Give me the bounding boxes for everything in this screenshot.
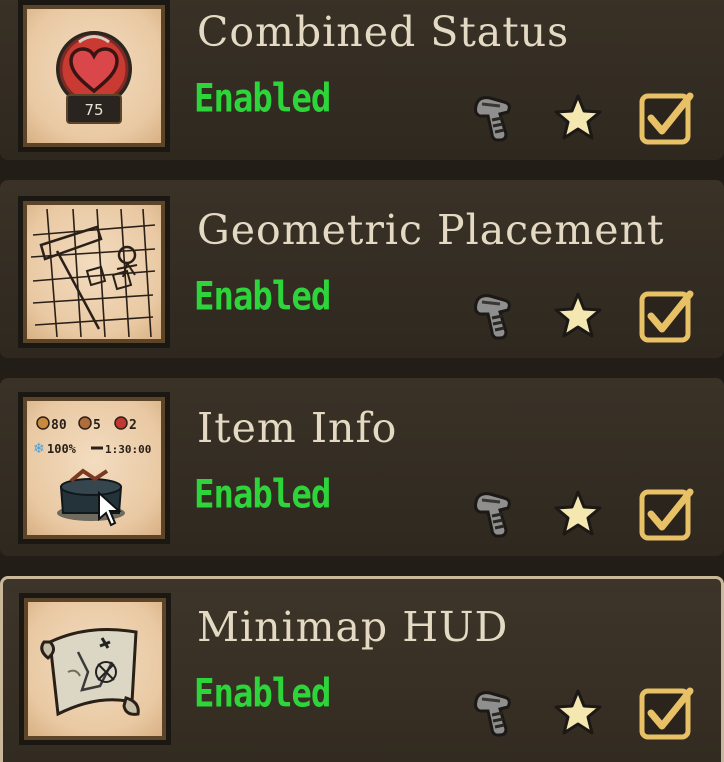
mod-row-combined-status[interactable]: 75 Combined Status Enabled <box>0 0 724 160</box>
mod-icon-geometric-placement <box>18 196 170 348</box>
mod-title: Item Info <box>197 404 398 452</box>
enable-checkbox[interactable] <box>636 683 696 743</box>
mod-icon-item-info: 80 5 2 ❄ 100% 1:30:00 <box>18 392 170 544</box>
wrench-icon <box>474 691 511 737</box>
configure-button[interactable] <box>466 685 522 741</box>
mod-icon-combined-status: 75 <box>18 0 170 152</box>
info-stat-health: 2 <box>129 418 137 433</box>
favorite-button[interactable] <box>550 288 606 344</box>
info-stat-hunger: 80 <box>51 418 67 433</box>
snowflake-icon: ❄ <box>33 441 45 457</box>
item-info-preview-icon: 80 5 2 ❄ 100% 1:30:00 <box>33 416 151 527</box>
favorite-button[interactable] <box>550 90 606 146</box>
configure-button[interactable] <box>466 288 522 344</box>
configure-button[interactable] <box>466 90 522 146</box>
mod-list: 75 Combined Status Enabled Geometric Pla… <box>0 0 724 762</box>
mod-status: Enabled <box>194 671 331 717</box>
mod-icon-minimap-hud <box>19 593 171 745</box>
mod-title: Geometric Placement <box>197 206 665 254</box>
info-extra-freshness: 100% <box>47 442 77 456</box>
checkbox-icon <box>639 687 694 740</box>
info-stat-sanity: 5 <box>93 418 101 433</box>
checkbox-icon <box>639 488 694 541</box>
scroll-map-icon <box>40 628 140 717</box>
enable-checkbox[interactable] <box>636 484 696 544</box>
grid-sketch-icon <box>30 208 156 338</box>
mod-title: Minimap HUD <box>197 603 509 651</box>
mod-status: Enabled <box>194 76 331 122</box>
enable-checkbox[interactable] <box>636 88 696 148</box>
configure-button[interactable] <box>466 486 522 542</box>
info-extra-time: 1:30:00 <box>105 443 151 456</box>
mod-status: Enabled <box>194 472 331 518</box>
mod-title: Combined Status <box>197 8 570 56</box>
favorite-button[interactable] <box>550 486 606 542</box>
checkbox-icon <box>639 92 694 145</box>
enable-checkbox[interactable] <box>636 286 696 346</box>
heart-badge-icon: 75 <box>56 31 132 124</box>
star-icon <box>554 292 602 338</box>
mod-status: Enabled <box>194 274 331 320</box>
wrench-icon <box>474 492 511 538</box>
wrench-icon <box>474 294 511 340</box>
badge-value: 75 <box>84 101 103 119</box>
mod-row-item-info[interactable]: 80 5 2 ❄ 100% 1:30:00 Item Info Enabled <box>0 378 724 556</box>
mod-row-geometric-placement[interactable]: Geometric Placement Enabled <box>0 180 724 358</box>
favorite-button[interactable] <box>550 685 606 741</box>
mod-row-minimap-hud[interactable]: Minimap HUD Enabled <box>0 576 724 762</box>
star-icon <box>554 689 602 735</box>
wrench-icon <box>474 96 511 142</box>
star-icon <box>554 490 602 536</box>
star-icon <box>554 94 602 140</box>
checkbox-icon <box>639 290 694 343</box>
